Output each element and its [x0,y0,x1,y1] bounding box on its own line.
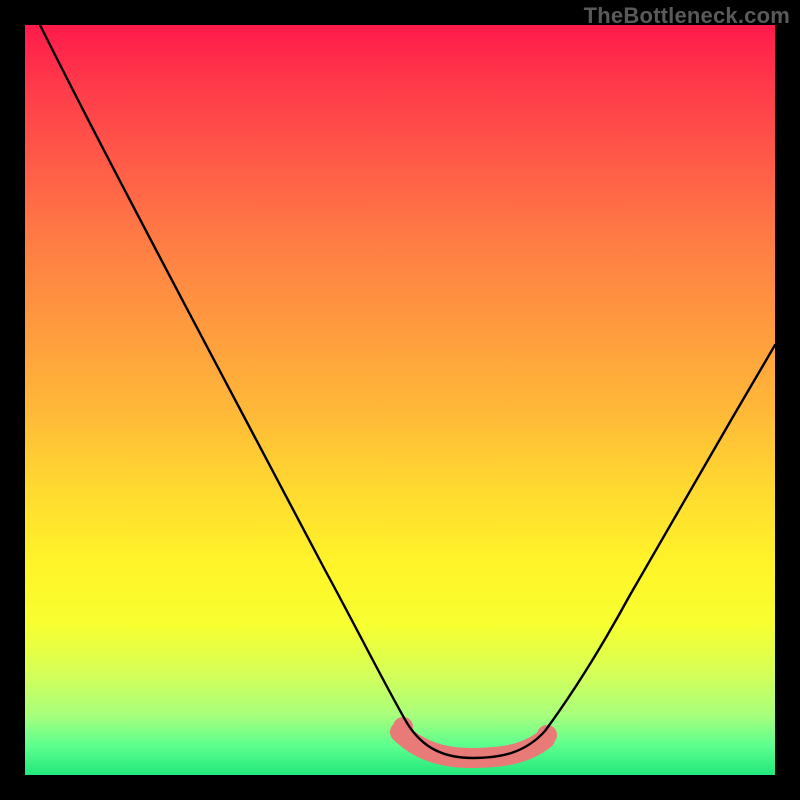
plot-area [25,25,775,775]
optimal-range-stroke [400,732,545,758]
curve-svg [25,25,775,775]
chart-container: TheBottleneck.com [0,0,800,800]
bottleneck-curve [40,25,775,758]
